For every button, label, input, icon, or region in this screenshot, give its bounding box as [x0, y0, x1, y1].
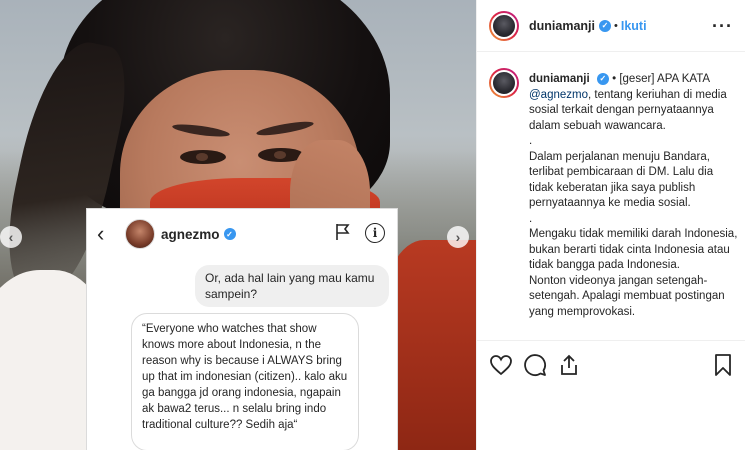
action-bar [477, 340, 745, 386]
caption-paragraph: Nonton videonya jangan setengah-setengah… [529, 274, 725, 318]
carousel-prev-button[interactable]: ‹ [0, 226, 22, 248]
verified-icon: ✓ [598, 19, 611, 32]
bookmark-icon[interactable] [711, 353, 735, 377]
mention-link[interactable]: @agnezmo [529, 89, 588, 101]
message-outgoing: Or, ada hal lain yang mau kamu sampein? [195, 265, 389, 307]
more-options-icon[interactable]: ··· [712, 16, 733, 37]
verified-icon: ✓ [223, 228, 236, 240]
dm-header: ‹ agnezmo ✓ i [87, 209, 397, 259]
caption-paragraph: Mengaku tidak memiliki darah Indonesia, … [529, 228, 738, 271]
heart-icon[interactable] [489, 353, 513, 377]
photo-eye-left [180, 150, 226, 164]
separator-dot: • [613, 19, 618, 32]
dm-username: agnezmo [161, 226, 220, 242]
share-icon[interactable] [557, 353, 581, 377]
post-sidebar: duniamanji ✓ • Ikuti ··· duniamanji ✓ • … [476, 0, 745, 450]
info-icon: i [365, 223, 385, 243]
caption-intro: • [geser] APA KATA [612, 73, 710, 85]
comment-icon[interactable] [523, 353, 547, 377]
author-avatar[interactable] [489, 10, 519, 41]
caption-paragraph: Dalam perjalanan menuju Bandara, terliba… [529, 150, 714, 210]
author-username[interactable]: duniamanji [529, 19, 595, 33]
dm-screenshot: ‹ agnezmo ✓ i Or, ada hal lain yang mau … [86, 208, 398, 450]
caption-separator: . [529, 135, 533, 147]
flag-icon [336, 224, 350, 240]
caption-avatar[interactable] [489, 68, 519, 98]
post-header: duniamanji ✓ • Ikuti ··· [477, 0, 745, 52]
verified-icon: ✓ [596, 72, 609, 85]
back-arrow-icon: ‹ [97, 221, 105, 246]
caption-separator: . [529, 212, 533, 225]
follow-button[interactable]: Ikuti [621, 19, 647, 33]
dm-avatar [125, 219, 155, 249]
post-media[interactable]: ‹ agnezmo ✓ i Or, ada hal lain yang mau … [0, 0, 476, 450]
caption-username[interactable]: duniamanji [529, 73, 590, 85]
message-incoming: “Everyone who watches that show knows mo… [131, 313, 359, 450]
caption-text: duniamanji ✓ • [geser] APA KATA @agnezmo… [529, 72, 739, 320]
carousel-next-button[interactable]: › [447, 226, 469, 248]
